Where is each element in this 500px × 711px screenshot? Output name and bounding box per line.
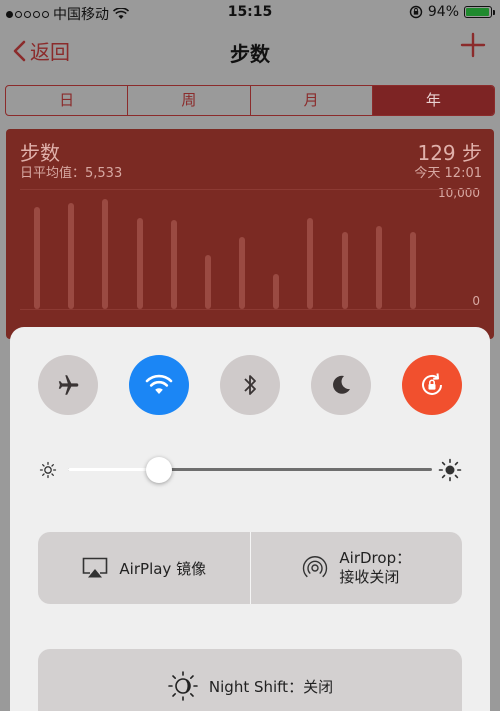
bluetooth-icon (244, 375, 256, 395)
chart-bar (409, 232, 416, 309)
quick-toggles (38, 355, 462, 415)
segment-year[interactable]: 年 (372, 86, 494, 115)
airdrop-button[interactable]: AirDrop： 接收关闭 (249, 532, 463, 604)
battery-icon (464, 6, 495, 18)
plus-icon (460, 32, 486, 58)
orientation-lock-status-icon (409, 5, 423, 19)
airdrop-status: 接收关闭 (339, 568, 400, 586)
battery-percent: 94% (427, 4, 459, 20)
moon-icon (333, 375, 350, 394)
rotation-lock-toggle[interactable] (402, 355, 462, 415)
wifi-icon (145, 374, 173, 394)
segment-day[interactable]: 日 (6, 86, 129, 115)
chart-bar (307, 217, 314, 309)
steps-bars (20, 189, 430, 309)
brightness-slider[interactable] (38, 455, 462, 485)
night-shift-icon (168, 671, 198, 701)
rotation-lock-icon (422, 373, 442, 395)
night-shift-button[interactable]: Night Shift：关闭 (38, 649, 462, 711)
y-axis-min-label: 0 (472, 294, 480, 308)
segment-month[interactable]: 月 (251, 86, 373, 115)
airplane-mode-toggle[interactable] (38, 355, 98, 415)
chart-bar (204, 255, 211, 309)
airplay-airdrop-row: AirPlay 镜像 AirDrop： 接收关闭 (38, 532, 462, 604)
chart-bar (102, 198, 109, 309)
steps-chart-card[interactable]: 步数 日平均值：5,533 129 步 今天 12:01 10,000 0 (6, 129, 494, 339)
airplane-icon (58, 375, 79, 395)
control-center-panel: AirPlay 镜像 AirDrop： 接收关闭 Night Shift：关闭 (10, 327, 490, 711)
add-data-button[interactable] (460, 32, 486, 62)
grid-line-bottom (20, 309, 480, 310)
time-range-segmented-control: 日 周 月 年 (5, 85, 495, 116)
latest-timestamp: 今天 12:01 (414, 166, 482, 181)
segment-week[interactable]: 周 (128, 86, 251, 115)
airplay-icon (83, 557, 108, 578)
chart-bar (341, 232, 348, 309)
chart-bar (68, 203, 75, 309)
chart-bar (239, 237, 246, 309)
brightness-high-icon (438, 458, 462, 482)
chart-bar (170, 220, 177, 309)
daily-average: 日平均值：5,533 (20, 166, 123, 181)
navigation-bar: 返回 步数 (0, 26, 500, 76)
airdrop-title: AirDrop： (339, 549, 412, 567)
chart-bar (273, 274, 280, 309)
chart-bar (136, 217, 143, 309)
chart-bar (375, 226, 382, 309)
wifi-toggle[interactable] (129, 355, 189, 415)
do-not-disturb-toggle[interactable] (311, 355, 371, 415)
airplay-label: AirPlay 镜像 (119, 559, 207, 578)
chart-bar (34, 207, 41, 309)
brightness-low-icon (39, 461, 57, 479)
airdrop-icon (303, 556, 328, 578)
bluetooth-toggle[interactable] (220, 355, 280, 415)
night-shift-label: Night Shift：关闭 (208, 677, 334, 696)
status-bar: 中国移动 15:15 94% (0, 0, 500, 26)
brightness-thumb[interactable] (146, 457, 172, 483)
page-title: 步数 (230, 42, 270, 66)
airplay-mirroring-button[interactable]: AirPlay 镜像 (38, 532, 250, 604)
